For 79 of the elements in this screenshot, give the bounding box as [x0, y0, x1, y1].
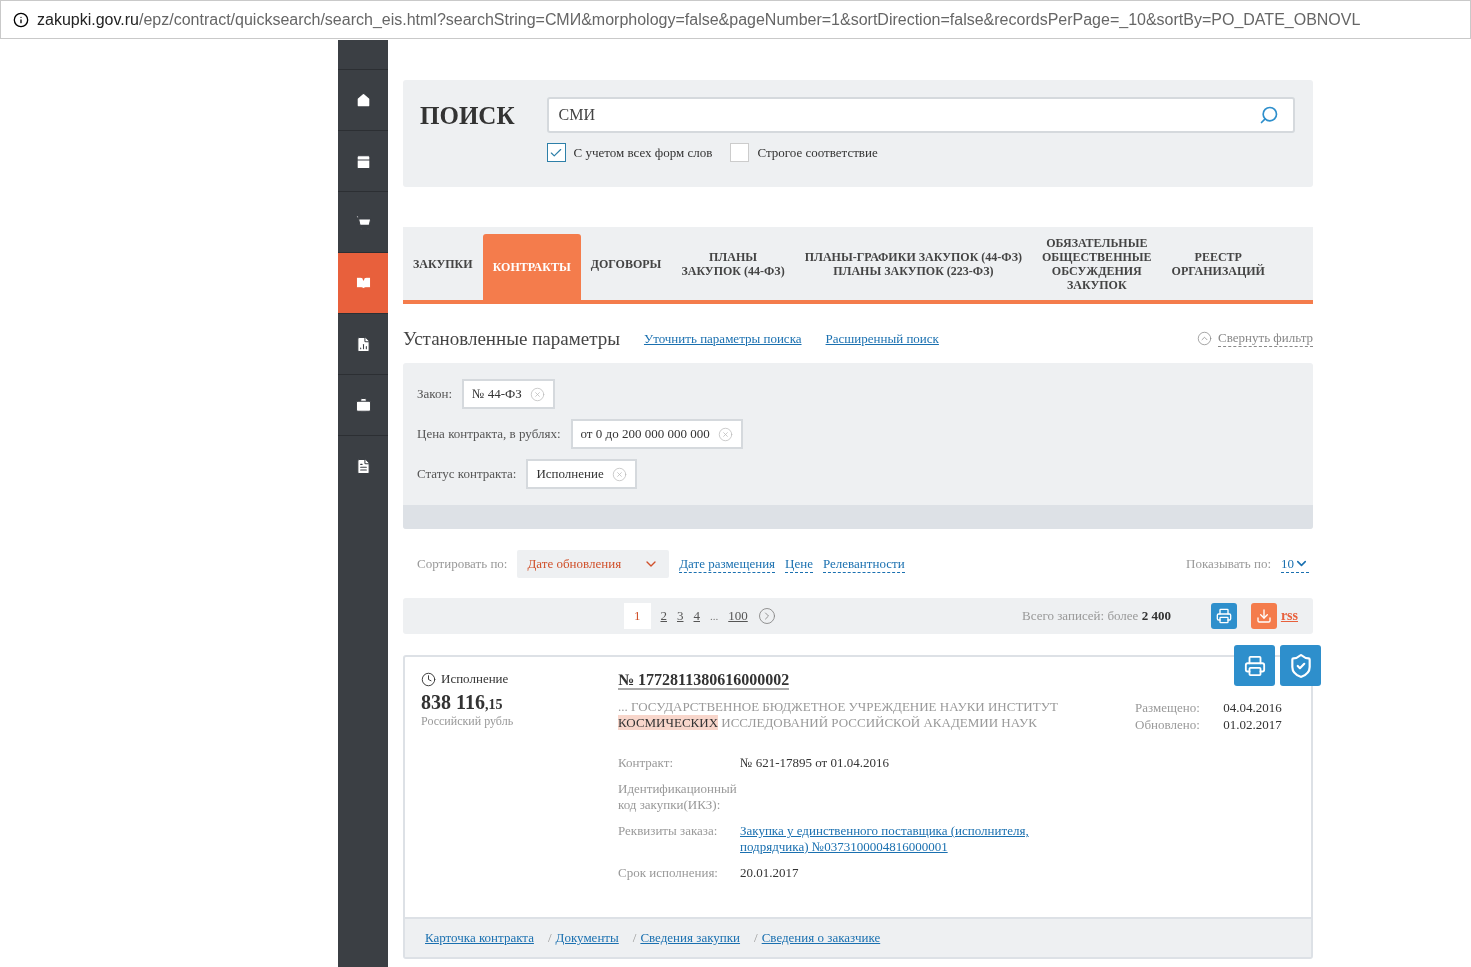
printer-icon	[1215, 608, 1232, 624]
download-button[interactable]	[1250, 603, 1277, 629]
contract-price: 838 116,15	[421, 691, 504, 714]
sort-link[interactable]: Дате размещения	[679, 555, 776, 573]
order-link[interactable]: Закупка у единственного поставщика (исполнителя, подрядчика) №0373100004816000001	[740, 823, 1070, 855]
page-link[interactable]: 1	[624, 603, 651, 629]
checkbox-label: Строгое соответствие	[757, 144, 878, 161]
pagination-ellipsis: ...	[710, 610, 719, 622]
date-value: 04.04.2016	[1223, 699, 1283, 716]
field-value: 20.01.2017	[740, 865, 799, 881]
checkbox[interactable]	[730, 143, 750, 162]
field-value: № 621-17895 от 01.04.2016	[740, 755, 889, 771]
sort-link[interactable]: Цене	[785, 555, 813, 573]
date-value: 01.02.2017	[1223, 716, 1283, 733]
tab[interactable]: ПЛАНЫ-ГРАФИКИ ЗАКУПОК (44-ФЗ) ПЛАНЫ ЗАКУПОК (223-ФЗ)	[794, 227, 1032, 300]
home-icon	[354, 91, 372, 109]
tab[interactable]: ДОГОВОРЫ	[580, 227, 672, 300]
page-link[interactable]: 3	[677, 608, 684, 624]
search-field[interactable]: СМИ	[546, 97, 1295, 133]
sort-link[interactable]: Релевантности	[822, 555, 905, 573]
url-path: /epz/contract/quicksearch/search_eis.html?searchString=СМИ&morphology=false&pageNumber=1&sortDirection=false&recordsPerPage=_10&sortBy=PO_DATE_OBNOVL	[139, 10, 1361, 29]
filter-title: Установленные параметры	[403, 327, 620, 350]
field-label: Срок исполнения:	[618, 865, 719, 881]
document-icon	[354, 457, 372, 475]
param-chip[interactable]: от 0 до 200 000 000 000	[570, 419, 743, 449]
total-records: Всего записей: более 2 400	[1022, 608, 1171, 624]
shield-button[interactable]	[1280, 645, 1321, 686]
param-chip[interactable]: № 44-ФЗ	[462, 379, 555, 409]
contract-status: Исполнение	[441, 671, 509, 687]
tab[interactable]: ЗАКУПКИ	[403, 227, 483, 300]
briefcase-icon	[354, 396, 372, 414]
search-title: ПОИСК	[420, 102, 515, 131]
sort-select[interactable]: Дате обновления	[517, 550, 670, 578]
page-link[interactable]: 4	[693, 608, 700, 624]
page-link[interactable]: 100	[728, 608, 748, 624]
chart-document-icon	[354, 335, 372, 353]
address-bar[interactable]: zakupki.gov.ru/epz/contract/quicksearch/search_eis.html?searchString=СМИ&morphology=false&pageNumber=1&sortDirection=false&recordsPerPage=_10&sortBy=PO_DATE_OBNOVL	[0, 0, 1471, 39]
download-icon	[1255, 608, 1272, 624]
date-label: Обновлено:	[1135, 716, 1201, 733]
print-button[interactable]	[1210, 603, 1237, 629]
separator: /	[754, 930, 758, 946]
collapse-filter-link[interactable]: Свернуть фильтр	[1218, 330, 1313, 347]
page-size-select[interactable]: 10	[1281, 555, 1309, 573]
param-label: Закон:	[417, 386, 452, 402]
date-label: Размещено:	[1135, 699, 1201, 716]
next-page-icon[interactable]	[757, 607, 776, 625]
filter-link[interactable]: Расширенный поиск	[825, 330, 939, 347]
param-label: Статус контракта:	[417, 466, 517, 482]
card-footer-link[interactable]: Карточка контракта	[425, 930, 534, 946]
param-chip[interactable]: Исполнение	[526, 459, 637, 489]
field-label: Реквизиты заказа:	[618, 823, 719, 840]
tab[interactable]: ОБЯЗАТЕЛЬНЫЕ ОБЩЕСТВЕННЫЕ ОБСУЖДЕНИЯ ЗАКУПОК	[1032, 227, 1162, 300]
info-icon[interactable]	[13, 11, 29, 28]
card-footer-link[interactable]: Документы	[555, 930, 619, 946]
sort-label: Сортировать по:	[417, 556, 508, 572]
param-label: Цена контракта, в рублях:	[417, 426, 561, 442]
customer-name: ... ГОСУДАРСТВЕННОЕ БЮДЖЕТНОЕ УЧРЕЖДЕНИЕ НАУКИ ИНСТИТУТ КОСМИЧЕСКИХ ИССЛЕДОВАНИЙ РОССИЙСКОЙ АКАДЕМИИ НАУК	[618, 699, 1058, 731]
currency: Российский рубль	[421, 714, 515, 729]
clock-icon	[421, 671, 436, 687]
filter-link[interactable]: Уточнить параметры поиска	[643, 330, 802, 347]
page-size-label: Показывать по:	[1186, 556, 1271, 572]
checkbox-label: С учетом всех форм слов	[573, 144, 713, 161]
search-icon[interactable]	[1259, 105, 1279, 125]
page-link[interactable]: 2	[660, 608, 667, 624]
tab[interactable]: РЕЕСТР ОРГАНИЗАЦИЙ	[1161, 227, 1275, 300]
url-host: zakupki.gov.ru	[37, 10, 139, 29]
cart-icon	[354, 213, 372, 231]
print-button[interactable]	[1234, 645, 1275, 686]
separator: /	[547, 930, 552, 946]
chevron-up-icon[interactable]	[1197, 331, 1213, 346]
card-footer-link[interactable]: Сведения о заказчике	[761, 930, 881, 946]
checkbox[interactable]	[546, 143, 566, 162]
field-label: Контракт:	[618, 755, 675, 771]
printer-icon	[1243, 654, 1266, 677]
field-label: Идентификационный код закупки(ИКЗ):	[618, 781, 738, 813]
tab[interactable]: ПЛАНЫ ЗАКУПОК (44-ФЗ)	[671, 227, 795, 300]
separator: /	[632, 930, 637, 946]
card-footer-link[interactable]: Сведения закупки	[640, 930, 741, 946]
contract-number-link[interactable]: № 1772811380616000002	[618, 671, 790, 690]
